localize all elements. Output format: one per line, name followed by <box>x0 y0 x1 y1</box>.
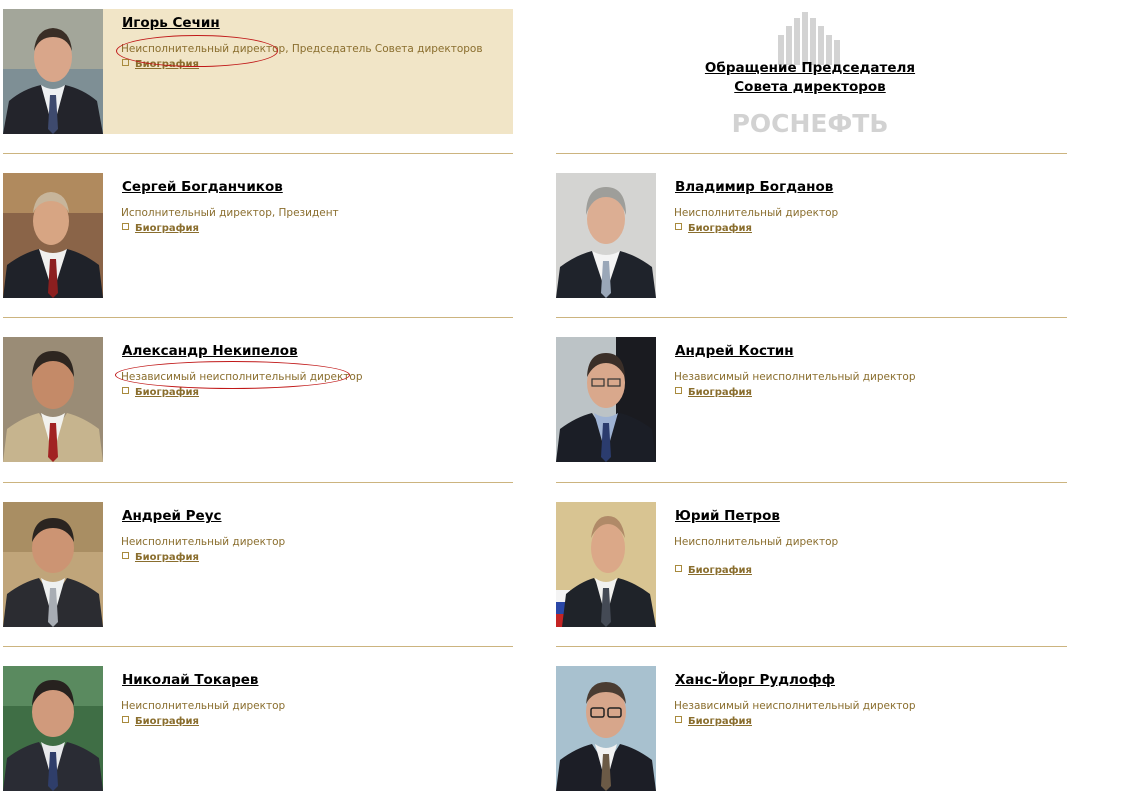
bullet-square-icon <box>675 387 682 394</box>
divider <box>3 646 513 647</box>
director-photo[interactable] <box>556 502 656 627</box>
director-photo[interactable] <box>556 666 656 791</box>
biography-link[interactable]: Биография <box>122 716 199 727</box>
chairman-appeal[interactable]: РОСНЕФТЬ Обращение Председателя Совета ди… <box>700 10 920 140</box>
biography-link[interactable]: Биография <box>122 552 199 563</box>
divider <box>3 153 513 154</box>
director-photo[interactable] <box>3 502 103 627</box>
director-role: Неисполнительный директор <box>121 700 286 712</box>
divider <box>556 153 1067 154</box>
director-name[interactable]: Александр Некипелов <box>122 343 298 359</box>
director-role: Неисполнительный директор <box>674 207 839 219</box>
bullet-square-icon <box>122 716 129 723</box>
director-card: Николай Токарев Неисполнительный директо… <box>3 666 513 791</box>
director-photo[interactable] <box>3 9 103 134</box>
chairman-appeal-link[interactable]: Обращение Председателя Совета директоров <box>700 59 920 97</box>
biography-link[interactable]: Биография <box>122 223 199 234</box>
divider <box>556 646 1067 647</box>
director-name[interactable]: Ханс-Йорг Рудлофф <box>675 672 835 688</box>
director-name[interactable]: Игорь Сечин <box>122 15 220 31</box>
director-name[interactable]: Николай Токарев <box>122 672 258 688</box>
divider <box>3 317 513 318</box>
director-card: Сергей Богданчиков Исполнительный директ… <box>3 173 513 298</box>
svg-text:РОСНЕФТЬ: РОСНЕФТЬ <box>732 109 889 138</box>
director-name[interactable]: Юрий Петров <box>675 508 780 524</box>
director-name[interactable]: Андрей Реус <box>122 508 222 524</box>
biography-link[interactable]: Биография <box>122 387 199 398</box>
bullet-square-icon <box>675 565 682 572</box>
bullet-square-icon <box>122 59 129 66</box>
bullet-square-icon <box>675 223 682 230</box>
director-role: Независимый неисполнительный директор <box>674 700 916 712</box>
biography-link[interactable]: Биография <box>675 565 752 576</box>
director-role: Исполнительный директор, Президент <box>121 207 339 219</box>
director-card: Владимир Богданов Неисполнительный дирек… <box>556 173 1066 298</box>
director-name[interactable]: Владимир Богданов <box>675 179 833 195</box>
director-name[interactable]: Сергей Богданчиков <box>122 179 283 195</box>
bullet-square-icon <box>122 223 129 230</box>
director-role: Независимый неисполнительный директор <box>674 371 916 383</box>
director-photo[interactable] <box>556 337 656 462</box>
director-card: Юрий Петров Неисполнительный директор Би… <box>556 502 1066 627</box>
director-photo[interactable] <box>3 337 103 462</box>
bullet-square-icon <box>122 387 129 394</box>
highlight-ellipse <box>116 35 278 67</box>
director-photo[interactable] <box>3 173 103 298</box>
divider <box>3 482 513 483</box>
director-card: Андрей Костин Независимый неисполнительн… <box>556 337 1066 462</box>
director-name[interactable]: Андрей Костин <box>675 343 794 359</box>
director-card: Александр Некипелов Независимый неисполн… <box>3 337 513 462</box>
biography-link[interactable]: Биография <box>675 223 752 234</box>
director-card: Игорь Сечин Неисполнительный директор, П… <box>3 9 513 134</box>
director-photo[interactable] <box>556 173 656 298</box>
director-card: Ханс-Йорг Рудлофф Независимый неисполнит… <box>556 666 1066 791</box>
bullet-square-icon <box>122 552 129 559</box>
highlight-ellipse <box>115 361 350 389</box>
biography-link[interactable]: Биография <box>675 716 752 727</box>
biography-link[interactable]: Биография <box>675 387 752 398</box>
director-photo[interactable] <box>3 666 103 791</box>
divider <box>556 317 1067 318</box>
divider <box>556 482 1067 483</box>
director-role: Неисполнительный директор <box>674 536 839 548</box>
director-card: Андрей Реус Неисполнительный директор Би… <box>3 502 513 627</box>
bullet-square-icon <box>675 716 682 723</box>
director-role: Неисполнительный директор <box>121 536 286 548</box>
